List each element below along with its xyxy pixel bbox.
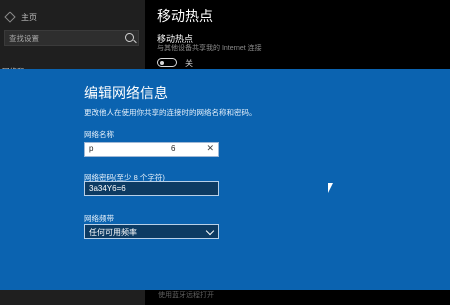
network-band-value: 任何可用频率	[89, 228, 137, 237]
mouse-cursor-icon	[328, 183, 333, 193]
network-password-value: 3a34Y6=6	[89, 184, 126, 193]
clear-icon[interactable]: ✕	[206, 143, 214, 154]
hotspot-toggle[interactable]	[157, 58, 177, 67]
network-band-label: 网络频带	[84, 214, 114, 223]
network-name-value-right: 6	[171, 144, 176, 153]
network-band-select[interactable]: 任何可用频率	[84, 224, 219, 239]
search-input[interactable]: 查找设置	[4, 30, 139, 46]
bottom-hint: 使用蓝牙远程打开	[158, 292, 214, 299]
home-nav-item[interactable]: 主页	[0, 10, 145, 24]
search-icon[interactable]	[125, 33, 134, 42]
chevron-down-icon	[205, 226, 215, 236]
search-placeholder: 查找设置	[9, 33, 39, 43]
network-name-value-left: p	[89, 144, 94, 153]
network-password-input[interactable]: 3a34Y6=6	[84, 181, 219, 196]
toggle-knob	[160, 60, 164, 65]
home-icon	[4, 11, 16, 23]
dialog-title: 编辑网络信息	[84, 85, 168, 101]
dialog-subtitle: 更改他人在使用你共享的连接时的网络名称和密码。	[84, 108, 257, 117]
network-name-input[interactable]: p 6 ✕	[84, 142, 219, 157]
page-title: 移动热点	[157, 8, 213, 24]
toggle-state-label: 关	[185, 59, 193, 68]
network-name-label: 网络名称	[84, 130, 114, 139]
hotspot-description: 与其他设备共享我的 Internet 连接	[157, 45, 262, 52]
home-label: 主页	[21, 12, 37, 22]
edit-network-dialog: 编辑网络信息 更改他人在使用你共享的连接时的网络名称和密码。 网络名称 p 6 …	[0, 69, 450, 290]
